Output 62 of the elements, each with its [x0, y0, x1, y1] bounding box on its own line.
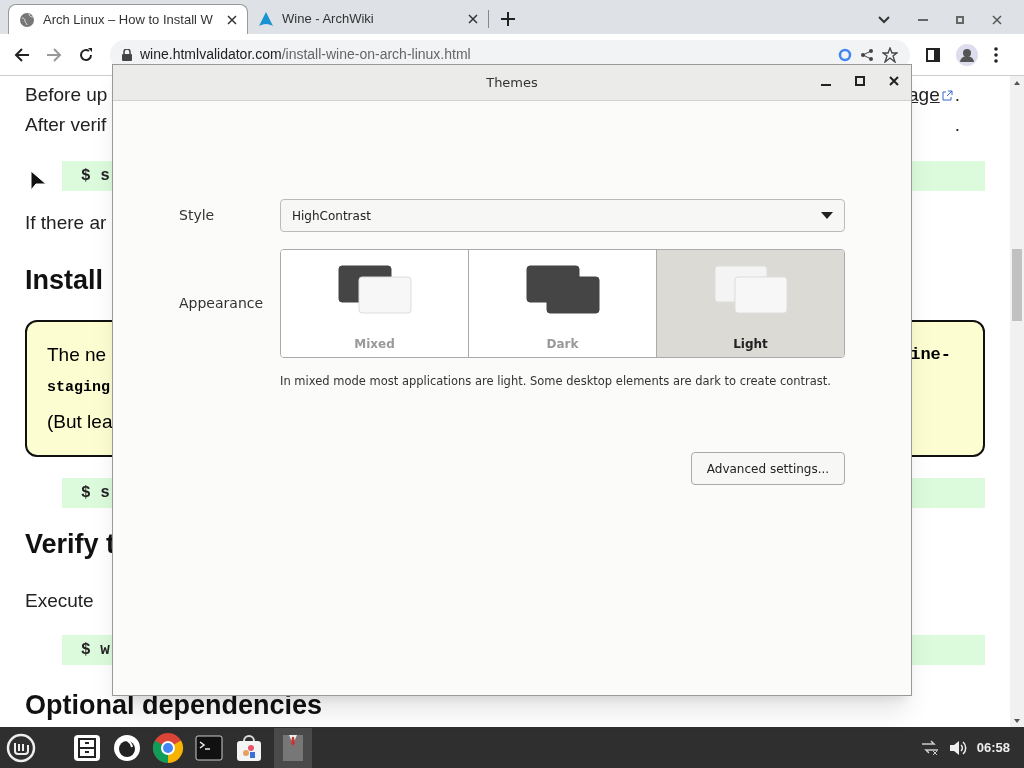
window-preview-icon — [713, 265, 788, 315]
file-cabinet-icon[interactable] — [72, 732, 102, 763]
code-text: $ w — [81, 640, 110, 661]
star-icon[interactable] — [882, 46, 898, 63]
tab-title: Wine - ArchWiki — [282, 10, 375, 29]
scrollbar[interactable] — [1010, 76, 1024, 727]
share-icon[interactable] — [860, 47, 874, 62]
chevron-down-icon[interactable] — [878, 16, 890, 24]
shopping-bag-icon[interactable] — [234, 732, 264, 763]
clock-text: 06:58 — [976, 738, 1010, 757]
window-preview-icon — [525, 265, 600, 315]
close-tab-icon[interactable] — [468, 14, 478, 24]
taskbar-app[interactable] — [274, 727, 312, 768]
note-text: ine- — [910, 344, 951, 367]
close-icon[interactable] — [992, 15, 1002, 25]
style-label: Style — [179, 206, 216, 225]
paragraph-text: . — [954, 112, 960, 137]
tab-title: Arch Linux – How to Install W — [43, 10, 214, 29]
code-text: $ s — [81, 483, 110, 504]
browser-tab[interactable]: Arch Linux – How to Install W — [8, 4, 248, 34]
appearance-label: Appearance — [179, 294, 265, 313]
maximize-icon[interactable] — [855, 76, 865, 86]
close-tab-icon[interactable] — [227, 14, 237, 25]
paragraph-text: Execute — [25, 588, 94, 613]
note-text: The ne — [47, 342, 107, 367]
paragraph-text: After verif — [25, 112, 107, 137]
paragraph-text: If there ar — [25, 210, 107, 235]
code-text: $ s — [81, 166, 110, 187]
window-title: Themes — [486, 73, 538, 92]
network-icon[interactable] — [920, 739, 939, 756]
back-icon[interactable] — [14, 46, 30, 63]
forward-icon[interactable] — [46, 46, 62, 63]
style-dropdown[interactable]: HighContrast — [280, 199, 845, 232]
section-heading: Install — [25, 263, 104, 297]
terminal-icon[interactable] — [194, 732, 224, 763]
reload-icon[interactable] — [78, 46, 94, 63]
paragraph-text: Before up — [25, 82, 108, 107]
appearance-description: In mixed mode most applications are light. Some desktop elements are dark to create contrast. — [280, 373, 832, 390]
mint-logo-icon[interactable] — [6, 732, 36, 763]
chrome-icon[interactable] — [152, 731, 184, 764]
browser-tab[interactable]: Wine - ArchWiki — [248, 4, 488, 34]
note-text: staging — [47, 378, 110, 399]
globe-icon — [19, 11, 35, 28]
lock-icon — [122, 48, 132, 61]
profile-icon[interactable] — [956, 43, 978, 66]
external-link-icon — [941, 89, 953, 101]
paragraph-text: . — [954, 82, 960, 107]
mouse-cursor-icon — [30, 170, 48, 192]
advanced-settings-button[interactable]: Advanced settings... — [691, 452, 845, 486]
window-preview-icon — [337, 265, 412, 315]
arch-logo-icon — [258, 11, 274, 27]
close-icon[interactable] — [889, 76, 899, 86]
appearance-option[interactable]: Light — [656, 250, 844, 357]
note-text: (But lea — [47, 409, 113, 434]
suit-icon — [280, 732, 306, 763]
side-panel-icon[interactable] — [926, 47, 940, 62]
new-tab-icon[interactable] — [501, 12, 515, 26]
section-heading: Optional dependencies — [25, 688, 323, 722]
url-text: wine.htmlvalidator.com/install-wine-on-arch-linux.html — [140, 45, 472, 64]
dropdown-arrow-icon — [821, 212, 833, 219]
menu-icon[interactable] — [994, 46, 998, 63]
volume-icon[interactable] — [948, 739, 967, 756]
